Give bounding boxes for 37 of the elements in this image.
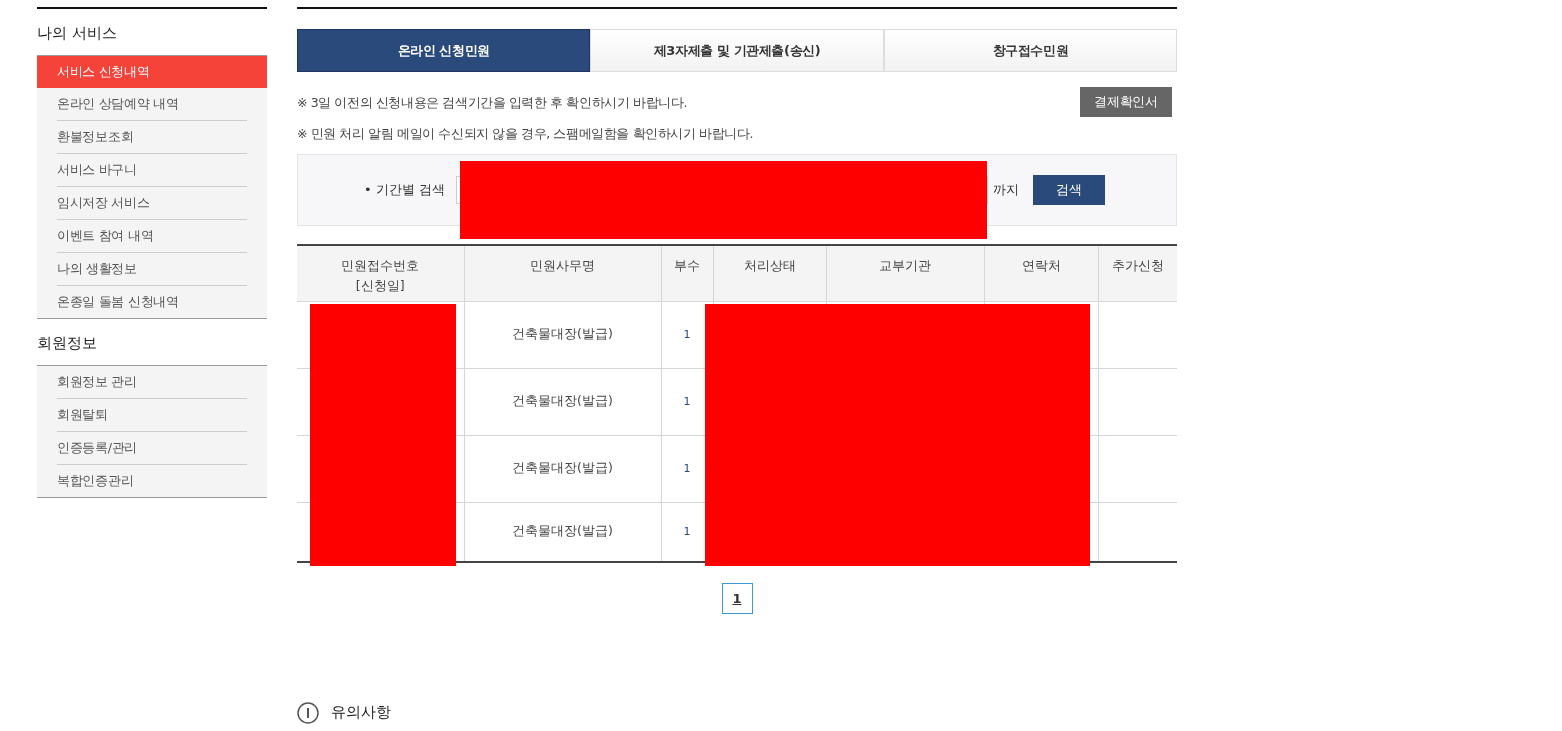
sidebar-item[interactable]: 회원탈퇴	[57, 399, 247, 432]
info-icon	[297, 701, 319, 724]
column-header: 추가신청	[1098, 245, 1177, 301]
table-cell: 건축물대장(발급)	[464, 301, 661, 368]
page-link[interactable]: 1	[721, 582, 753, 614]
column-header: 처리상태	[713, 245, 826, 301]
column-header: 부수	[661, 245, 713, 301]
sidebar-item[interactable]: 나의 생활정보	[57, 253, 247, 286]
sidebar-item[interactable]: 인증등록/관리	[57, 432, 247, 465]
column-header: 연락처	[984, 245, 1098, 301]
column-header: 민원접수번호 [신청일]	[297, 245, 464, 301]
table-cell: 건축물대장(발급)	[464, 435, 661, 502]
notice-text: ※ 3일 이전의 신청내용은 검색기간을 입력한 후 확인하시기 바랍니다.	[297, 94, 688, 112]
sidebar-item[interactable]: 이벤트 참여 내역	[57, 220, 247, 253]
receipt-button[interactable]: 결제확인서	[1080, 87, 1172, 117]
sidebar-item[interactable]: 서비스 바구니	[57, 154, 247, 187]
sidebar-item[interactable]: 환불정보조회	[57, 121, 247, 154]
notice-text: ※ 민원 처리 알림 메일이 수신되지 않을 경우, 스팸메일함을 확인하시기 바랍니다.	[297, 125, 754, 143]
sidebar-item[interactable]: 복합인증관리	[57, 465, 247, 497]
tab[interactable]: 창구접수민원	[883, 29, 1177, 72]
section-title: 회원정보	[37, 333, 98, 354]
sidebar-item[interactable]: 서비스 신청내역	[37, 56, 267, 88]
sidebar-item[interactable]: 온라인 상담예약 내역	[57, 88, 247, 121]
table-cell: 건축물대장(발급)	[464, 368, 661, 435]
column-header: 민원사무명	[464, 245, 661, 301]
search-button[interactable]: 검색	[1033, 175, 1105, 205]
tab[interactable]: 제3자제출 및 기관제출(송신)	[590, 29, 884, 72]
until-label: 까지	[993, 181, 1020, 199]
tab[interactable]: 온라인 신청민원	[297, 29, 591, 72]
caution-title: 유의사항	[331, 703, 391, 722]
table-cell: 건축물대장(발급)	[464, 502, 661, 562]
column-header: 교부기관	[826, 245, 984, 301]
sidebar-item[interactable]: 온종일 돌봄 신청내역	[57, 286, 247, 318]
sidebar-item[interactable]: 임시저장 서비스	[57, 187, 247, 220]
section-title: 나의 서비스	[37, 23, 118, 44]
search-label: • 기간별 검색	[364, 181, 446, 199]
sidebar-item[interactable]: 회원정보 관리	[57, 366, 247, 399]
